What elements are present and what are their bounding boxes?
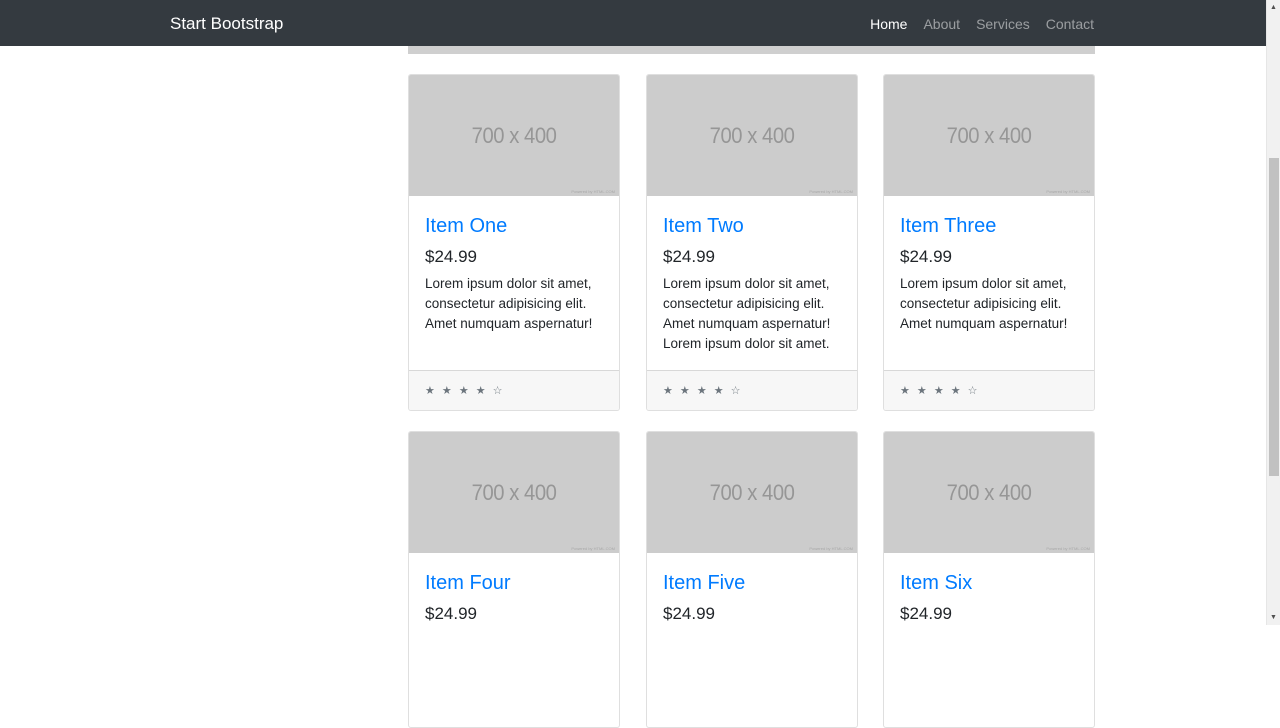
placeholder-caption: Powered by HTML.COM <box>809 189 853 194</box>
brand-link[interactable]: Start Bootstrap <box>170 13 283 35</box>
product-image-placeholder[interactable]: 700 x 400 Powered by HTML.COM <box>409 75 619 196</box>
product-card: 700 x 400 Powered by HTML.COM Item Five … <box>646 431 858 728</box>
carousel-bottom-edge <box>408 46 1095 54</box>
vertical-scrollbar[interactable]: ▲ ▼ <box>1266 0 1280 625</box>
placeholder-dimension-label: 700 x 400 <box>709 122 795 148</box>
card-footer: ★ ★ ★ ★ ☆ <box>409 370 619 410</box>
product-title-link[interactable]: Item Two <box>663 214 841 238</box>
product-price: $24.99 <box>425 247 477 266</box>
card-body: Item One $24.99 Lorem ipsum dolor sit am… <box>409 196 619 370</box>
scroll-down-arrow-icon[interactable]: ▼ <box>1270 614 1277 621</box>
product-title-link[interactable]: Item Six <box>900 571 1078 595</box>
product-title-link[interactable]: Item Five <box>663 571 841 595</box>
placeholder-caption: Powered by HTML.COM <box>571 189 615 194</box>
card-body: Item Four $24.99 <box>409 553 619 727</box>
product-card: 700 x 400 Powered by HTML.COM Item Two $… <box>646 74 858 411</box>
placeholder-caption: Powered by HTML.COM <box>571 546 615 551</box>
product-image-placeholder[interactable]: 700 x 400 Powered by HTML.COM <box>884 432 1094 553</box>
placeholder-dimension-label: 700 x 400 <box>471 479 557 505</box>
scrollbar-thumb[interactable] <box>1269 158 1279 476</box>
product-image-placeholder[interactable]: 700 x 400 Powered by HTML.COM <box>647 432 857 553</box>
product-card: 700 x 400 Powered by HTML.COM Item Six $… <box>883 431 1095 728</box>
product-card: 700 x 400 Powered by HTML.COM Item Four … <box>408 431 620 728</box>
card-body: Item Two $24.99 Lorem ipsum dolor sit am… <box>647 196 857 370</box>
product-price: $24.99 <box>425 604 477 623</box>
placeholder-dimension-label: 700 x 400 <box>471 122 557 148</box>
product-image-placeholder[interactable]: 700 x 400 Powered by HTML.COM <box>409 432 619 553</box>
placeholder-caption: Powered by HTML.COM <box>809 546 853 551</box>
card-body: Item Five $24.99 <box>647 553 857 727</box>
product-description: Lorem ipsum dolor sit amet, consectetur … <box>663 276 831 351</box>
product-price: $24.99 <box>900 247 952 266</box>
placeholder-dimension-label: 700 x 400 <box>709 479 795 505</box>
product-image-placeholder[interactable]: 700 x 400 Powered by HTML.COM <box>647 75 857 196</box>
nav-link-home[interactable]: Home <box>870 15 907 33</box>
card-body: Item Six $24.99 <box>884 553 1094 727</box>
product-title-link[interactable]: Item Three <box>900 214 1078 238</box>
product-price: $24.99 <box>663 604 715 623</box>
nav-links: Home About Services Contact <box>854 15 1094 33</box>
card-footer: ★ ★ ★ ★ ☆ <box>647 370 857 410</box>
nav-link-about[interactable]: About <box>923 15 960 33</box>
product-title-link[interactable]: Item Four <box>425 571 603 595</box>
card-footer: ★ ★ ★ ★ ☆ <box>884 370 1094 410</box>
product-description: Lorem ipsum dolor sit amet, consectetur … <box>425 276 593 331</box>
product-price: $24.99 <box>900 604 952 623</box>
placeholder-dimension-label: 700 x 400 <box>946 479 1032 505</box>
star-rating: ★ ★ ★ ★ ☆ <box>425 385 505 397</box>
placeholder-caption: Powered by HTML.COM <box>1046 546 1090 551</box>
card-body: Item Three $24.99 Lorem ipsum dolor sit … <box>884 196 1094 370</box>
nav-link-contact[interactable]: Contact <box>1046 15 1094 33</box>
product-card: 700 x 400 Powered by HTML.COM Item Three… <box>883 74 1095 411</box>
navbar: Start Bootstrap Home About Services Cont… <box>0 0 1266 46</box>
nav-link-services[interactable]: Services <box>976 15 1030 33</box>
placeholder-caption: Powered by HTML.COM <box>1046 189 1090 194</box>
scroll-up-arrow-icon[interactable]: ▲ <box>1270 4 1277 11</box>
star-rating: ★ ★ ★ ★ ☆ <box>900 385 980 397</box>
product-card: 700 x 400 Powered by HTML.COM Item One $… <box>408 74 620 411</box>
star-rating: ★ ★ ★ ★ ☆ <box>663 385 743 397</box>
product-price: $24.99 <box>663 247 715 266</box>
product-image-placeholder[interactable]: 700 x 400 Powered by HTML.COM <box>884 75 1094 196</box>
placeholder-dimension-label: 700 x 400 <box>946 122 1032 148</box>
product-title-link[interactable]: Item One <box>425 214 603 238</box>
product-description: Lorem ipsum dolor sit amet, consectetur … <box>900 276 1068 331</box>
